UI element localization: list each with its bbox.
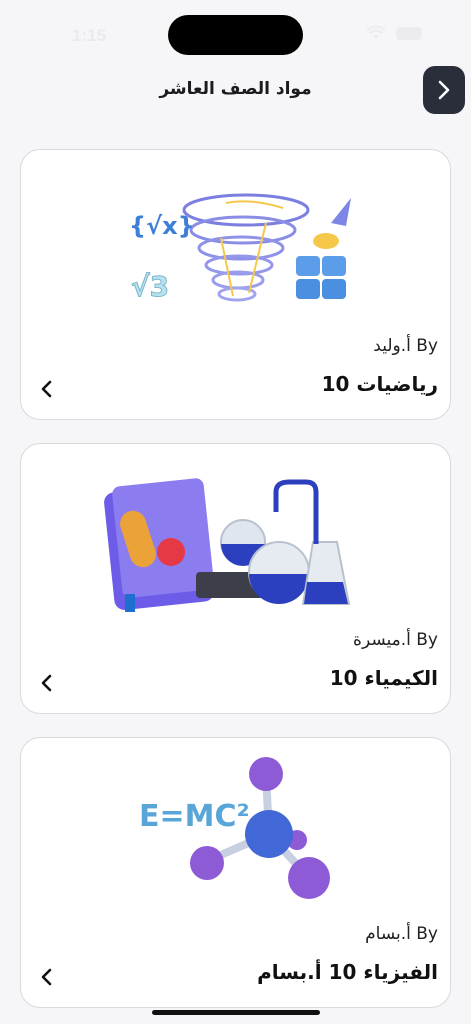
math-formula-text: {√x} <box>129 212 195 240</box>
chemistry-flasks-illustration <box>104 478 351 612</box>
chevron-left-icon <box>41 380 52 398</box>
course-card-math[interactable]: {√x} √3 By أ.وليد رياضيات 10 <box>20 149 451 420</box>
course-title: الفيزياء 10 أ.بسام <box>257 960 438 984</box>
chevron-left-icon <box>41 674 52 692</box>
chevron-right-icon <box>438 80 450 100</box>
course-card-physics[interactable]: E=MC² By أ.بسام الفيزياء 10 أ.بسام <box>20 737 451 1008</box>
chevron-left-icon <box>41 968 52 986</box>
status-time: 1:15 <box>72 26 107 45</box>
status-bar: 1:15 <box>0 0 471 60</box>
course-author: By أ.ميسرة <box>353 630 438 650</box>
math-tornado-illustration: {√x} √3 <box>129 193 351 304</box>
course-author: By أ.بسام <box>365 924 438 944</box>
dynamic-island <box>168 15 303 55</box>
course-card-chemistry[interactable]: By أ.ميسرة الكيمياء 10 <box>20 443 451 714</box>
root-three-text: √3 <box>131 270 169 303</box>
course-title: رياضيات 10 <box>321 372 438 396</box>
page-title: مواد الصف العاشر <box>159 79 312 99</box>
battery-icon <box>396 27 422 40</box>
course-author: By أ.وليد <box>373 336 438 356</box>
emc2-formula-text: E=MC² <box>139 799 250 834</box>
home-indicator[interactable] <box>152 1010 320 1015</box>
wifi-icon <box>366 26 386 39</box>
physics-molecule-illustration: E=MC² <box>139 757 330 899</box>
course-title: الكيمياء 10 <box>329 666 438 690</box>
back-button[interactable] <box>423 66 465 114</box>
